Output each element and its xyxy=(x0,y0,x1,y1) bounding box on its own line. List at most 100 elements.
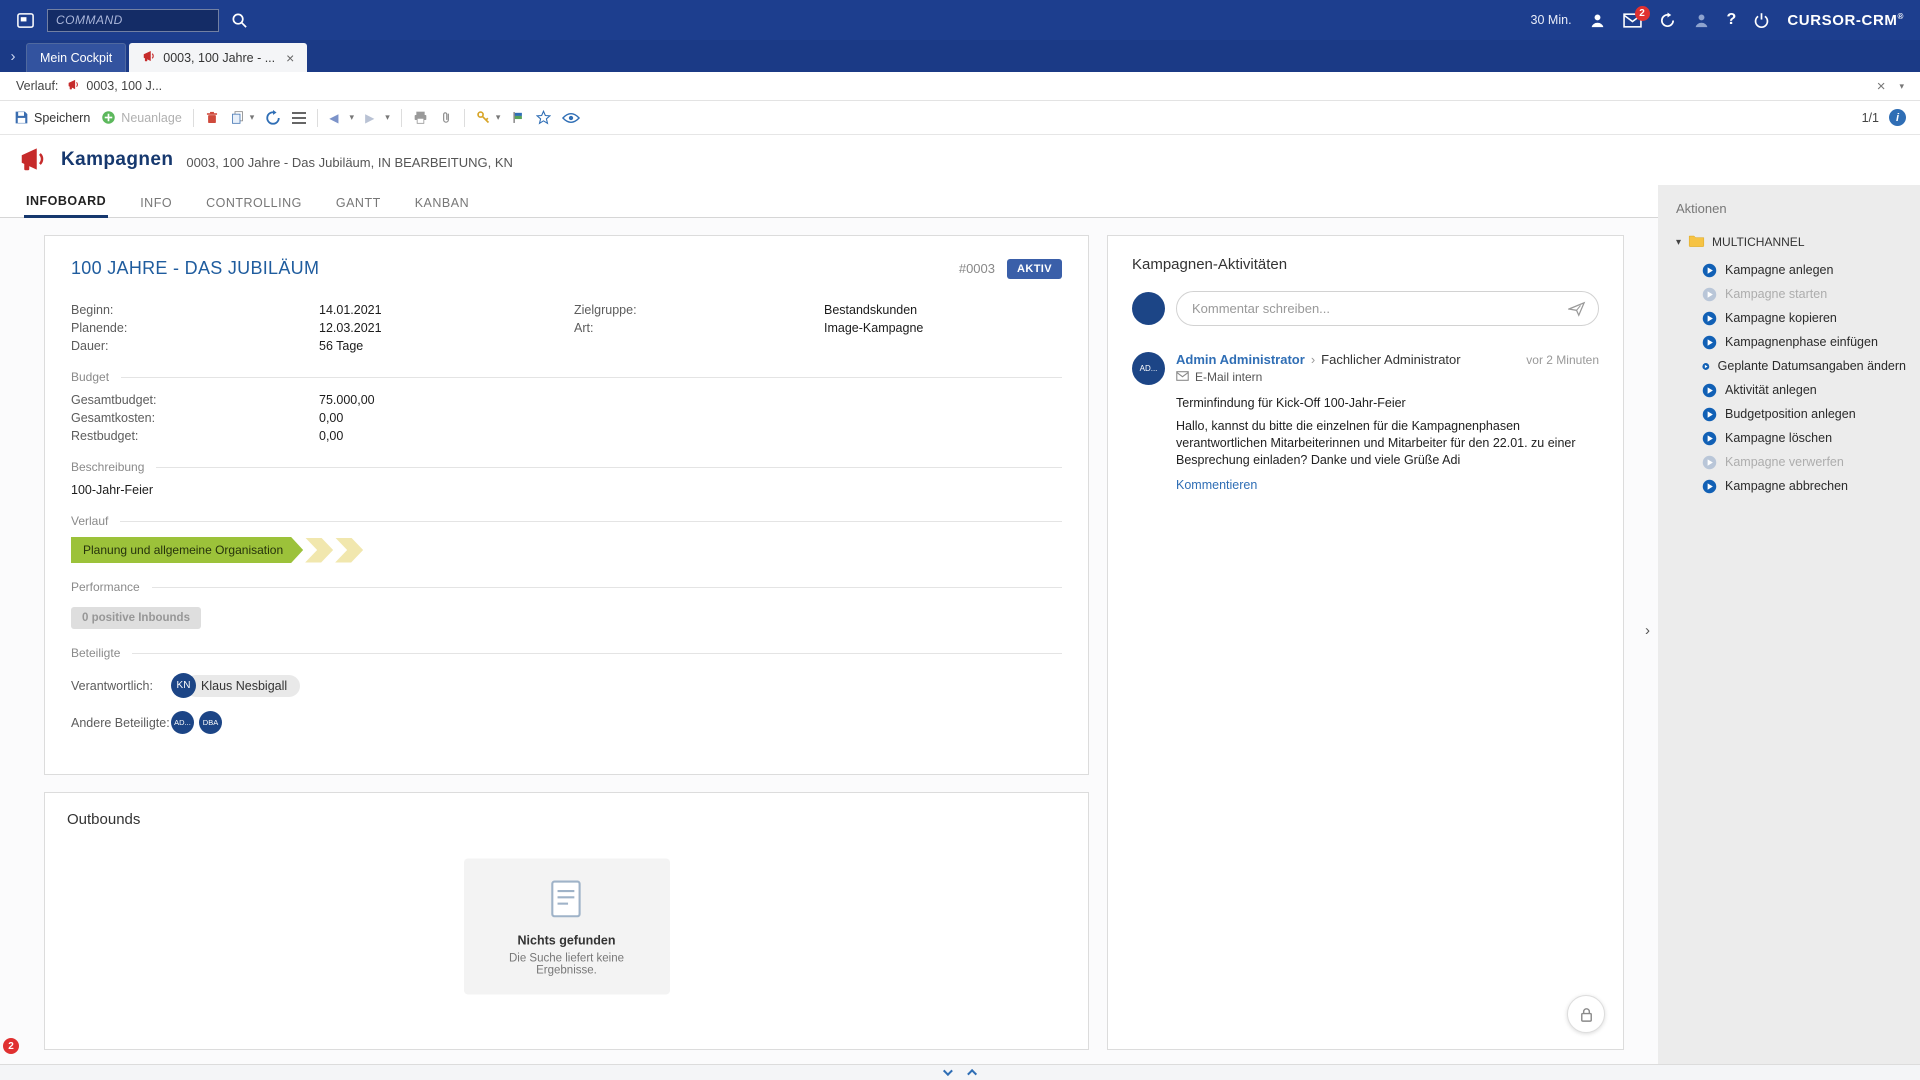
history-item[interactable]: 0003, 100 J... xyxy=(67,78,162,94)
action-kampagne-kopieren[interactable]: Kampagne kopieren xyxy=(1676,306,1906,330)
performance-badge: 0 positive Inbounds xyxy=(71,607,201,629)
action-budgetposition-anlegen[interactable]: Budgetposition anlegen xyxy=(1676,402,1906,426)
field-label: Verantwortlich: xyxy=(71,679,171,693)
tab-close-icon[interactable]: × xyxy=(286,50,294,66)
copy-button[interactable]: ▾ xyxy=(230,110,255,125)
flag-button[interactable] xyxy=(511,110,525,125)
history-label: Verlauf: xyxy=(16,79,58,93)
infoboard-card: 100 JAHRE - DAS JUBILÄUM #0003 AKTIV Beg… xyxy=(44,235,1089,775)
action-kampagne-anlegen[interactable]: Kampagne anlegen xyxy=(1676,258,1906,282)
info-icon[interactable]: i xyxy=(1889,109,1906,126)
action-geplante-datumsangaben-aendern[interactable]: Geplante Datumsangaben ändern xyxy=(1676,354,1906,378)
avatar[interactable]: AD... xyxy=(171,711,194,734)
tab-mein-cockpit[interactable]: Mein Cockpit xyxy=(26,43,126,72)
page-title: Kampagnen xyxy=(61,149,173,171)
attachment-button[interactable] xyxy=(439,110,453,125)
delete-button[interactable] xyxy=(205,110,219,125)
permissions-dropdown-icon[interactable]: ▾ xyxy=(496,112,501,123)
copy-dropdown-icon[interactable]: ▾ xyxy=(250,112,255,123)
action-kampagne-abbrechen[interactable]: Kampagne abbrechen xyxy=(1676,474,1906,498)
field-label: Beginn: xyxy=(71,303,319,317)
avatar: AD... xyxy=(1132,352,1165,385)
save-button[interactable]: Speichern xyxy=(14,110,90,125)
mail-badge: 2 xyxy=(1635,6,1650,21)
activities-card: Kampagnen-Aktivitäten AD... xyxy=(1107,235,1624,1050)
logout-power-icon[interactable] xyxy=(1753,12,1770,29)
user-icon[interactable] xyxy=(1589,12,1606,29)
mail-icon[interactable]: 2 xyxy=(1623,13,1642,28)
tab-gantt[interactable]: GANTT xyxy=(334,188,383,217)
play-icon xyxy=(1702,431,1717,446)
send-icon[interactable] xyxy=(1568,301,1586,317)
section-divider xyxy=(132,653,1062,654)
tab-info[interactable]: INFO xyxy=(138,188,174,217)
phase-current[interactable]: Planung und allgemeine Organisation xyxy=(71,537,303,563)
permissions-button[interactable]: ▾ xyxy=(476,110,501,125)
action-kampagne-verwerfen[interactable]: Kampagne verwerfen xyxy=(1676,450,1906,474)
tab-record-active[interactable]: 0003, 100 Jahre - ... × xyxy=(129,43,307,72)
phase-upcoming[interactable] xyxy=(335,538,363,563)
tab-controlling[interactable]: CONTROLLING xyxy=(204,188,304,217)
plus-circle-icon xyxy=(101,110,116,125)
activity-entry[interactable]: AD... Admin Administrator › Fachlicher A… xyxy=(1132,352,1599,492)
document-icon xyxy=(547,908,587,923)
entry-author-link[interactable]: Admin Administrator xyxy=(1176,352,1305,367)
action-kampagnenphase-einfuegen[interactable]: Kampagnenphase einfügen xyxy=(1676,330,1906,354)
section-beschreibung: Beschreibung xyxy=(71,460,1062,474)
support-user-icon[interactable] xyxy=(1693,12,1710,29)
tab-kanban[interactable]: KANBAN xyxy=(413,188,471,217)
status-badge: AKTIV xyxy=(1007,259,1062,279)
section-divider xyxy=(156,467,1062,468)
redo-icon[interactable] xyxy=(1659,12,1676,29)
avatar xyxy=(1132,292,1165,325)
back-dropdown-icon[interactable]: ▾ xyxy=(350,112,355,123)
play-icon xyxy=(1702,359,1710,374)
entry-channel-label: E-Mail intern xyxy=(1195,370,1262,384)
field-value-restbudget: 0,00 xyxy=(319,429,1062,443)
app-window-icon[interactable] xyxy=(16,11,35,30)
footer-collapse-chevron-icon[interactable] xyxy=(943,1066,953,1076)
campaign-fields: Beginn: 14.01.2021 Zielgruppe: Bestandsk… xyxy=(71,303,1062,353)
new-record-button[interactable]: Neuanlage xyxy=(101,110,181,125)
tab-infoboard[interactable]: INFOBOARD xyxy=(24,186,108,218)
responsible-chip[interactable]: KN Klaus Nesbigall xyxy=(171,673,300,698)
panel-collapse-chevron-icon[interactable]: › xyxy=(1645,623,1650,638)
menu-button[interactable] xyxy=(292,117,306,119)
help-icon[interactable]: ? xyxy=(1727,11,1737,29)
lock-button[interactable] xyxy=(1567,995,1605,1033)
avatar[interactable]: DBA xyxy=(199,711,222,734)
footer-bar xyxy=(0,1064,1920,1080)
forward-dropdown-icon[interactable]: ▾ xyxy=(385,112,390,123)
save-label: Speichern xyxy=(34,111,90,125)
key-icon xyxy=(476,110,491,125)
navigate-forward-button[interactable]: ▶ xyxy=(365,111,374,125)
action-label: Budgetposition anlegen xyxy=(1725,407,1856,421)
record-number: #0003 xyxy=(959,261,995,276)
action-aktivitaet-anlegen[interactable]: Aktivität anlegen xyxy=(1676,378,1906,402)
section-divider xyxy=(120,521,1062,522)
print-button[interactable] xyxy=(413,110,428,125)
comment-input[interactable] xyxy=(1176,291,1599,326)
history-clear-icon[interactable]: × xyxy=(1877,78,1886,95)
section-divider xyxy=(121,377,1062,378)
navigate-back-button[interactable]: ◀ xyxy=(329,111,338,125)
refresh-button[interactable] xyxy=(265,110,281,126)
favorite-button[interactable] xyxy=(536,110,551,125)
action-kampagne-starten[interactable]: Kampagne starten xyxy=(1676,282,1906,306)
action-kampagne-loeschen[interactable]: Kampagne löschen xyxy=(1676,426,1906,450)
topbar-right-group: 30 Min. 2 ? CURSOR-CRM® xyxy=(1531,11,1904,29)
notification-badge[interactable]: 2 xyxy=(3,1038,19,1054)
tabs-overflow-chevron-icon[interactable]: › xyxy=(0,40,26,72)
history-dropdown-icon[interactable]: ▾ xyxy=(1899,81,1904,92)
field-label: Gesamtbudget: xyxy=(71,393,319,407)
search-icon[interactable] xyxy=(231,12,248,29)
watch-button[interactable] xyxy=(562,112,580,124)
phase-upcoming[interactable] xyxy=(305,538,333,563)
command-input[interactable] xyxy=(47,9,219,32)
comment-link[interactable]: Kommentieren xyxy=(1176,478,1257,492)
action-label: Kampagne verwerfen xyxy=(1725,455,1844,469)
campaign-megaphone-icon xyxy=(67,78,80,94)
action-label: Kampagne starten xyxy=(1725,287,1827,301)
actions-group-multichannel[interactable]: ▾ MULTICHANNEL xyxy=(1676,234,1906,250)
footer-expand-chevron-icon[interactable] xyxy=(967,1069,977,1079)
